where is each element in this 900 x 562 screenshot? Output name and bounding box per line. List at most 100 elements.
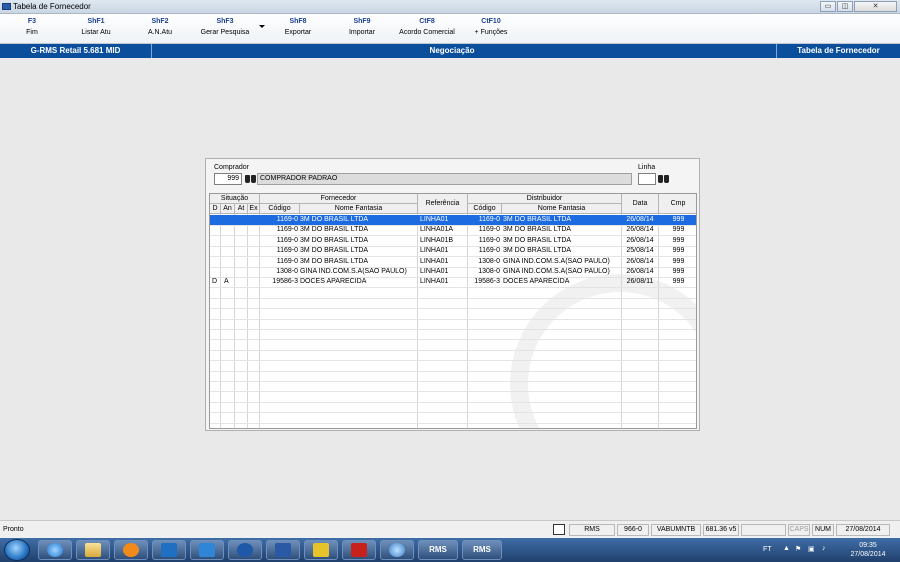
grid-row-line [210,360,696,362]
header-referencia[interactable]: Referência [418,194,468,214]
teamviewer-icon[interactable] [228,540,262,560]
header-data[interactable]: Data [622,194,659,214]
cell-dist-nome: 3M DO BRASIL LTDA [503,247,572,255]
comprador-search-binoculars-icon[interactable] [245,174,257,184]
file-explorer-icon[interactable] [76,540,110,560]
minimize-button[interactable]: ▭ [820,1,836,12]
table-row[interactable]: 1169-0 3M DO BRASIL LTDA LINHA01 1308-0 GINA… [210,257,696,267]
comprador-name-field: COMPRADOR PADRAO [257,173,632,185]
an-atu-button[interactable]: ShF2 A.N.Atu [130,18,190,36]
key-label: ShF9 [353,18,371,25]
app-icon [2,3,11,10]
cell-forn-nome: GINA IND.COM.S.A(SAO PAULO) [300,268,407,275]
cell-at [237,236,247,246]
grid-row-line [210,370,696,372]
cell-referencia: LINHA01 [420,257,449,265]
linha-search-binoculars-icon[interactable] [658,174,670,184]
gerar-pesquisa-button[interactable]: ShF3 Gerar Pesquisa [195,18,255,36]
grid-row-line [210,422,696,424]
header-fornecedor-nome[interactable]: Nome Fantasia [300,204,418,214]
key-label: ShF3 [216,18,234,25]
network-icon[interactable]: ▣ [808,545,815,553]
header-distribuidor-nome[interactable]: Nome Fantasia [502,204,622,214]
cell-referencia: LINHA01A [420,226,454,234]
cell-data: 25/08/14 [626,247,654,255]
table-row[interactable]: 1169-0 3M DO BRASIL LTDA LINHA01 1169-0 3M D… [210,215,696,225]
table-row[interactable]: 1169-0 3M DO BRASIL LTDA LINHA01B 1169-0 3M … [210,236,696,246]
header-distribuidor-codigo[interactable]: Código [468,204,502,214]
table-row[interactable]: 1308-0 GINA IND.COM.S.A(SAO PAULO) LINHA01… [210,267,696,277]
exportar-button[interactable]: ShF8 Exportar [268,18,328,36]
listar-atu-button[interactable]: ShF1 Listar Atu [66,18,126,36]
importar-button[interactable]: ShF9 Importar [332,18,392,36]
cell-data: 26/08/14 [626,268,654,275]
grid-row-line [210,277,696,278]
cell-forn-nome: DOCES APARECIDA [300,278,367,286]
close-button[interactable]: ✕ [854,1,897,12]
status-num: NUM [812,524,834,536]
header-situacao: Situação [210,194,260,204]
grid-row-line [210,349,696,351]
cell-d [212,246,220,256]
show-hidden-icons-icon[interactable]: ▲ [783,545,790,552]
acordo-comercial-button[interactable]: CtF8 Acordo Comercial [397,18,457,36]
lync-icon[interactable] [190,540,224,560]
fim-button[interactable]: F3 Fim [2,18,62,36]
cell-ex [250,267,259,277]
cell-dist-nome: 3M DO BRASIL LTDA [503,216,572,223]
outlook-icon[interactable] [152,540,186,560]
button-label: Fim [26,29,38,36]
module-name: Negociação [429,46,475,55]
globe-app-icon[interactable] [380,540,414,560]
status-empty [741,524,786,536]
cell-forn-nome: 3M DO BRASIL LTDA [300,257,369,265]
header-fornecedor-codigo[interactable]: Código [260,204,300,214]
grid-row-line [210,391,696,393]
key-label: CtF10 [481,18,501,25]
grid-row-line [210,235,696,237]
grid-row-line [210,318,696,320]
header-at[interactable]: At [235,204,248,214]
table-row[interactable]: D A 19586-3 DOCES APARECIDA LINHA01 19586-3 DO… [210,277,696,287]
cell-at [237,246,247,256]
cell-referencia: LINHA01 [420,268,449,275]
cell-ex [250,225,259,235]
header-ex[interactable]: Ex [248,204,260,214]
comprador-code-field[interactable]: 999 [214,173,242,185]
volume-icon[interactable]: ♪ [822,545,826,552]
clock[interactable]: 09:35 27/08/2014 [840,541,896,559]
table-row[interactable]: 1169-0 3M DO BRASIL LTDA LINHA01A 1169-0 3M … [210,225,696,235]
cell-d [212,267,220,277]
header-cmp[interactable]: Cmp [659,194,696,214]
database-tool-icon[interactable] [304,540,338,560]
cell-dist-nome: 3M DO BRASIL LTDA [503,226,572,234]
cell-d [212,257,220,267]
header-d[interactable]: D [210,204,221,214]
cell-dist-codigo: 19586-3 [474,278,500,286]
cell-forn-codigo: 19586-3 [272,278,298,286]
supplier-grid: Situação Fornecedor Referência Distribui… [209,193,697,429]
cell-referencia: LINHA01B [420,236,454,244]
cell-at [237,225,247,235]
cell-dist-nome: DOCES APARECIDA [503,278,570,286]
cell-at [237,257,247,267]
internet-explorer-icon[interactable] [38,540,72,560]
acrobat-icon[interactable] [342,540,376,560]
cell-an [224,225,234,235]
document-icon [553,524,565,535]
media-player-icon[interactable] [114,540,148,560]
word-icon[interactable] [266,540,300,560]
rms-app-1-button[interactable]: RMS [418,540,458,560]
dropdown-arrow-icon[interactable] [259,25,265,28]
linha-field[interactable] [638,173,656,185]
action-center-icon[interactable]: ⚑ [795,545,801,553]
key-label: ShF2 [151,18,169,25]
start-orb-icon[interactable] [4,539,30,561]
rms-app-2-button[interactable]: RMS [462,540,502,560]
cell-ex [250,246,259,256]
table-row[interactable]: 1169-0 3M DO BRASIL LTDA LINHA01 1169-0 3M D… [210,246,696,256]
maximize-button[interactable]: ◫ [837,1,853,12]
mais-funcoes-button[interactable]: CtF10 + Funções [461,18,521,36]
header-an[interactable]: An [221,204,235,214]
language-indicator[interactable]: FT [763,546,772,553]
